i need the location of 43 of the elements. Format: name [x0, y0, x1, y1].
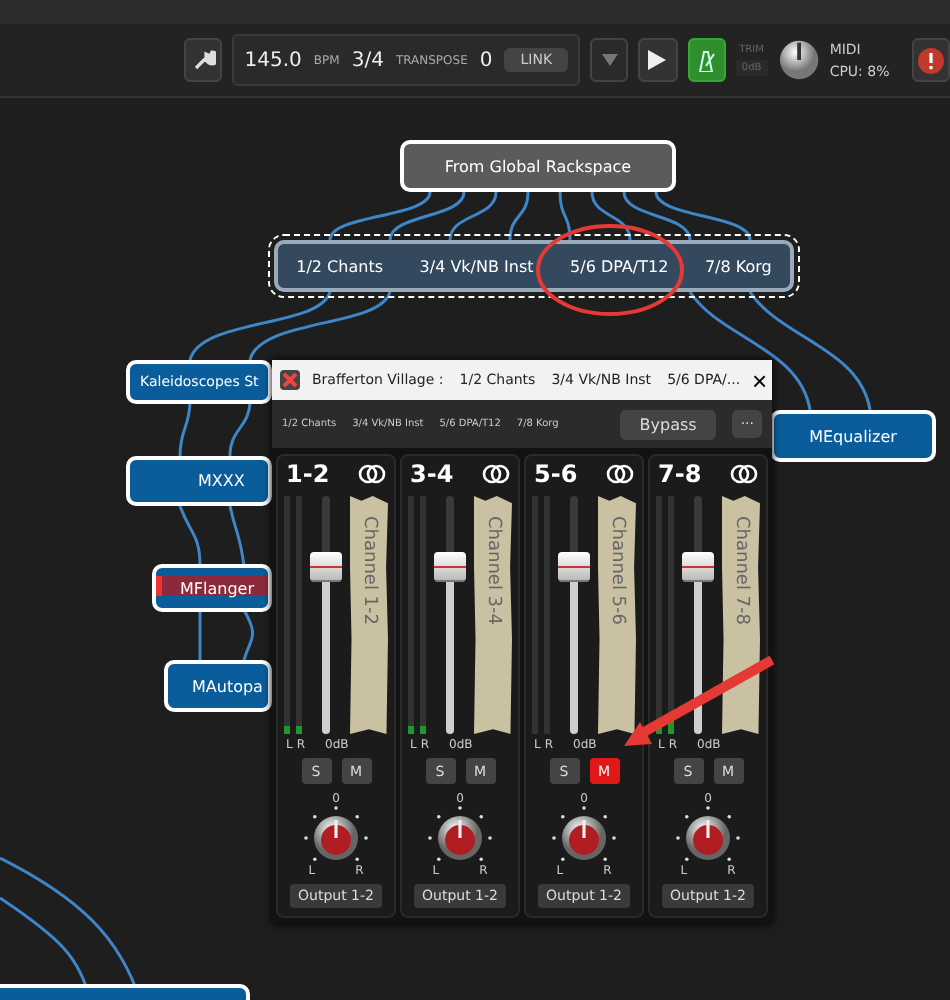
- channel-label: 5/6 DPA/T12: [570, 257, 669, 275]
- transpose-value: 0: [479, 49, 493, 71]
- channel-number: 7-8: [658, 460, 702, 488]
- stereo-link-icon[interactable]: [358, 464, 386, 484]
- fader-handle[interactable]: [558, 551, 590, 582]
- bypass-button[interactable]: Bypass: [619, 409, 717, 439]
- wrench-icon: [191, 48, 216, 72]
- metronome-button[interactable]: [687, 38, 726, 82]
- volume-knob[interactable]: [777, 38, 820, 82]
- plugin-node[interactable]: MFlanger: [152, 564, 272, 612]
- play-icon: [648, 50, 667, 70]
- dropdown-button[interactable]: [590, 38, 629, 82]
- warning-icon: [917, 47, 944, 73]
- tempo-value: 145.0: [244, 49, 302, 71]
- stereo-link-icon[interactable]: [606, 464, 634, 484]
- channel-label: 7/8 Korg: [704, 257, 772, 275]
- plugin-node[interactable]: MEqualizer: [770, 410, 936, 462]
- fader-handle[interactable]: [682, 551, 714, 582]
- channel-label: 3/4 Vk/NB Inst: [419, 257, 534, 275]
- plugin-node[interactable]: MXXX: [126, 456, 272, 506]
- time-signature: 3/4: [351, 49, 384, 71]
- stereo-link-icon[interactable]: [730, 464, 758, 484]
- wrench-button[interactable]: [184, 38, 223, 82]
- scribble-text: Channel 7-8: [731, 516, 751, 630]
- splitter-node[interactable]: 1/2 Chants 3/4 Vk/NB Inst 5/6 DPA/T12 7/8 Korg: [274, 240, 794, 292]
- graph-node[interactable]: From Global Rackspace: [400, 140, 676, 192]
- scribble-text: Channel 3-4: [483, 516, 503, 630]
- close-button[interactable]: ×: [752, 367, 768, 393]
- alert-button[interactable]: [911, 38, 950, 82]
- plugin-node[interactable]: MAutopa: [164, 660, 272, 712]
- channel-number: 1-2: [286, 460, 330, 488]
- channel-label: 1/2 Chants: [296, 257, 383, 275]
- play-button[interactable]: [638, 38, 678, 82]
- metronome-icon: [696, 49, 717, 71]
- scribble-text: Channel 1-2: [359, 516, 379, 630]
- channel-number: 3-4: [410, 460, 454, 488]
- scribble-text: Channel 5-6: [607, 516, 627, 630]
- fader-handle[interactable]: [310, 551, 342, 582]
- channel-number: 5-6: [534, 460, 578, 488]
- stereo-link-icon[interactable]: [482, 464, 510, 484]
- fader-handle[interactable]: [434, 551, 466, 582]
- app-icon: [280, 370, 300, 390]
- caret-icon: [601, 54, 618, 66]
